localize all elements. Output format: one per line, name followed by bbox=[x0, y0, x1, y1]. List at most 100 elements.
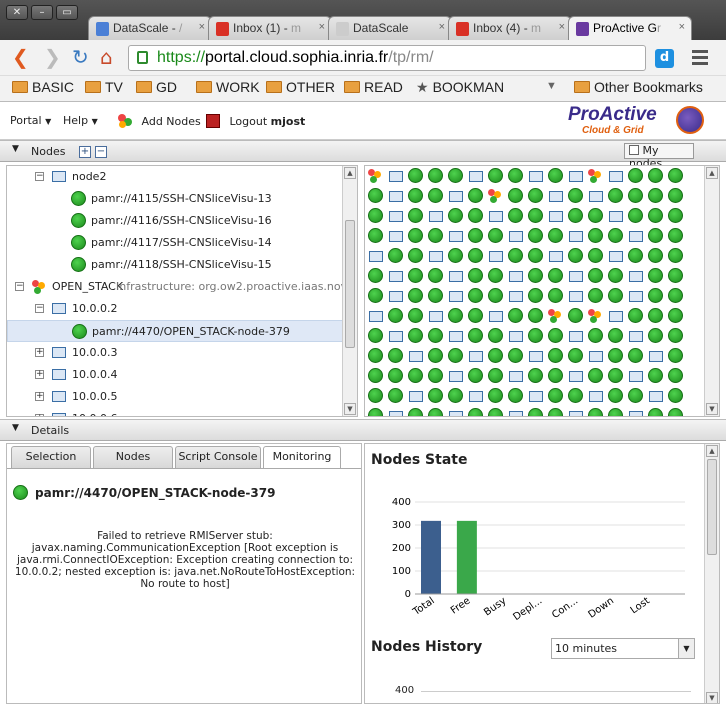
grid-node-icon[interactable] bbox=[368, 208, 383, 223]
grid-node-icon[interactable] bbox=[488, 288, 503, 303]
grid-node-icon[interactable] bbox=[588, 368, 603, 383]
grid-host-icon[interactable] bbox=[589, 351, 603, 362]
browser-tab[interactable]: DataScale - / × bbox=[88, 16, 212, 40]
grid-host-icon[interactable] bbox=[449, 371, 463, 382]
grid-node-icon[interactable] bbox=[408, 208, 423, 223]
grid-host-icon[interactable] bbox=[509, 231, 523, 242]
grid-host-icon[interactable] bbox=[389, 171, 403, 182]
grid-node-icon[interactable] bbox=[648, 408, 663, 416]
grid-node-icon[interactable] bbox=[608, 408, 623, 416]
grid-node-icon[interactable] bbox=[648, 328, 663, 343]
details-tab[interactable]: Monitoring bbox=[263, 446, 341, 469]
grid-node-icon[interactable] bbox=[528, 408, 543, 416]
grid-node-icon[interactable] bbox=[588, 248, 603, 263]
grid-node-icon[interactable] bbox=[368, 228, 383, 243]
grid-node-icon[interactable] bbox=[588, 288, 603, 303]
add-nodes-button[interactable]: Add Nodes bbox=[118, 114, 201, 128]
grid-node-icon[interactable] bbox=[428, 228, 443, 243]
grid-host-icon[interactable] bbox=[489, 211, 503, 222]
grid-node-icon[interactable] bbox=[528, 248, 543, 263]
tree-row-node[interactable]: pamr://4470/OPEN_STACK-node-379 bbox=[7, 320, 345, 342]
scroll-up-icon[interactable]: ▲ bbox=[706, 445, 718, 457]
grid-host-icon[interactable] bbox=[529, 171, 543, 182]
grid-node-icon[interactable] bbox=[608, 368, 623, 383]
grid-node-icon[interactable] bbox=[368, 388, 383, 403]
grid-host-icon[interactable] bbox=[389, 411, 403, 416]
grid-node-icon[interactable] bbox=[608, 228, 623, 243]
grid-node-icon[interactable] bbox=[448, 248, 463, 263]
grid-node-icon[interactable] bbox=[668, 348, 683, 363]
grid-node-icon[interactable] bbox=[368, 268, 383, 283]
expand-icon[interactable]: + bbox=[35, 348, 44, 357]
grid-node-icon[interactable] bbox=[388, 248, 403, 263]
grid-node-icon[interactable] bbox=[588, 208, 603, 223]
grid-host-icon[interactable] bbox=[529, 391, 543, 402]
grid-node-icon[interactable] bbox=[548, 408, 563, 416]
details-tab[interactable]: Nodes bbox=[93, 446, 173, 468]
browser-tab[interactable]: DataScale × bbox=[328, 16, 452, 40]
grid-host-icon[interactable] bbox=[549, 191, 563, 202]
grid-host-icon[interactable] bbox=[569, 291, 583, 302]
browser-tab[interactable]: Inbox (4) - m × bbox=[448, 16, 572, 40]
grid-host-icon[interactable] bbox=[609, 211, 623, 222]
bookmarks-overflow-icon[interactable]: ▼ bbox=[546, 80, 557, 92]
grid-node-icon[interactable] bbox=[648, 168, 663, 183]
tree-row-host[interactable]: +10.0.0.6 bbox=[7, 408, 345, 416]
grid-node-icon[interactable] bbox=[648, 188, 663, 203]
grid-node-icon[interactable] bbox=[668, 188, 683, 203]
grid-node-icon[interactable] bbox=[408, 248, 423, 263]
tree-row-host[interactable]: +10.0.0.5 bbox=[7, 386, 345, 408]
grid-host-icon[interactable] bbox=[629, 231, 643, 242]
grid-node-icon[interactable] bbox=[408, 408, 423, 416]
grid-node-icon[interactable] bbox=[668, 308, 683, 323]
grid-node-icon[interactable] bbox=[428, 388, 443, 403]
grid-node-icon[interactable] bbox=[648, 228, 663, 243]
grid-node-icon[interactable] bbox=[468, 268, 483, 283]
extension-icon[interactable]: d bbox=[655, 49, 674, 68]
help-menu[interactable]: Help ▼ bbox=[63, 114, 98, 127]
grid-node-icon[interactable] bbox=[548, 368, 563, 383]
expand-icon[interactable]: + bbox=[35, 392, 44, 401]
grid-node-icon[interactable] bbox=[408, 168, 423, 183]
grid-host-icon[interactable] bbox=[609, 311, 623, 322]
grid-node-icon[interactable] bbox=[668, 368, 683, 383]
grid-node-icon[interactable] bbox=[388, 368, 403, 383]
bookmark-item[interactable]: BASIC bbox=[12, 79, 74, 95]
grid-node-icon[interactable] bbox=[548, 268, 563, 283]
grid-host-icon[interactable] bbox=[449, 231, 463, 242]
grid-cluster-icon[interactable] bbox=[548, 309, 562, 323]
grid-host-icon[interactable] bbox=[469, 171, 483, 182]
home-icon[interactable]: ⌂ bbox=[100, 46, 113, 68]
grid-node-icon[interactable] bbox=[608, 288, 623, 303]
collapse-nodes-icon[interactable]: ▼ bbox=[12, 144, 19, 154]
bookmark-item[interactable]: ★ BOOKMAN bbox=[416, 79, 504, 96]
grid-node-icon[interactable] bbox=[448, 308, 463, 323]
bar-total[interactable] bbox=[421, 520, 441, 594]
tree-row-node[interactable]: pamr://4117/SSH-CNSliceVisu-14 bbox=[7, 232, 345, 254]
collapse-icon[interactable]: − bbox=[35, 304, 44, 313]
grid-node-icon[interactable] bbox=[668, 288, 683, 303]
grid-node-icon[interactable] bbox=[548, 168, 563, 183]
grid-node-icon[interactable] bbox=[528, 188, 543, 203]
grid-host-icon[interactable] bbox=[529, 351, 543, 362]
grid-node-icon[interactable] bbox=[468, 368, 483, 383]
grid-node-icon[interactable] bbox=[368, 328, 383, 343]
bookmark-item[interactable]: WORK bbox=[196, 79, 260, 95]
grid-node-icon[interactable] bbox=[648, 268, 663, 283]
grid-host-icon[interactable] bbox=[649, 351, 663, 362]
tree-scrollbar[interactable]: ▲ ▼ bbox=[342, 166, 357, 416]
grid-node-icon[interactable] bbox=[568, 388, 583, 403]
grid-node-icon[interactable] bbox=[488, 228, 503, 243]
grid-node-icon[interactable] bbox=[408, 368, 423, 383]
tree-row-host[interactable]: − node2 bbox=[7, 166, 345, 188]
grid-cluster-icon[interactable] bbox=[588, 309, 602, 323]
grid-node-icon[interactable] bbox=[448, 388, 463, 403]
grid-host-icon[interactable] bbox=[649, 391, 663, 402]
grid-node-icon[interactable] bbox=[468, 408, 483, 416]
grid-node-icon[interactable] bbox=[408, 188, 423, 203]
grid-host-icon[interactable] bbox=[389, 331, 403, 342]
grid-host-icon[interactable] bbox=[449, 411, 463, 416]
chart-scrollbar[interactable]: ▲ ▼ bbox=[704, 444, 719, 703]
grid-host-icon[interactable] bbox=[569, 331, 583, 342]
grid-node-icon[interactable] bbox=[428, 168, 443, 183]
